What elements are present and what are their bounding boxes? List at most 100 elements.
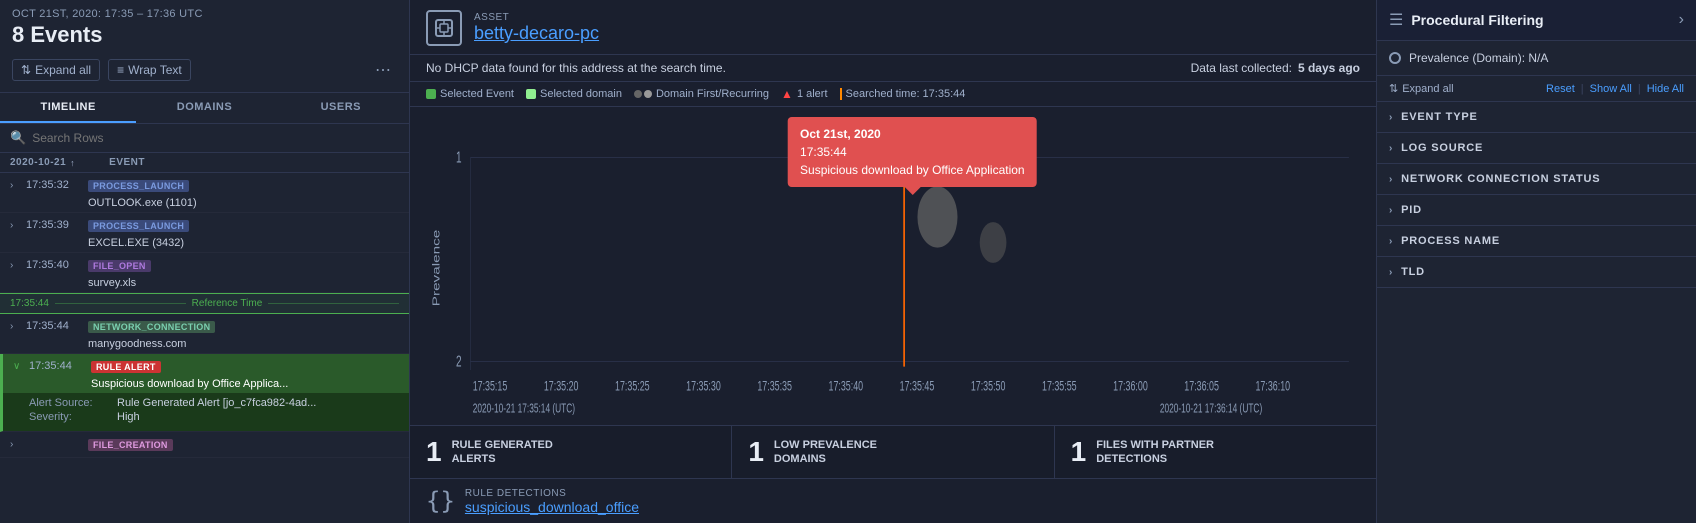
expand-arrow[interactable]: ›	[10, 321, 20, 332]
right-title: Procedural Filtering	[1411, 12, 1543, 28]
right-panel: ☰ Procedural Filtering › Prevalence (Dom…	[1376, 0, 1696, 523]
tab-users[interactable]: USERS	[273, 93, 409, 123]
file-creation-badge: FILE_CREATION	[88, 439, 173, 451]
legend-selected-event-label: Selected Event	[440, 88, 514, 100]
stat-partner-detections-number: 1	[1071, 436, 1087, 468]
event-row-selected[interactable]: ∨ 17:35:44 RULE ALERT Suspicious downloa…	[0, 354, 409, 432]
dot-first	[634, 90, 642, 98]
column-header: 2020-10-21 ↑ EVENT	[0, 153, 409, 173]
prevalence-radio[interactable]	[1389, 52, 1401, 64]
asset-header: ASSET betty-decaro-pc	[410, 0, 1376, 55]
dhcp-text: No DHCP data found for this address at t…	[426, 61, 726, 75]
expand-arrow[interactable]: ›	[10, 180, 20, 191]
ref-time-line	[55, 303, 186, 304]
stat-partner-detections: 1 FILES WITH PARTNERDETECTIONS	[1055, 426, 1376, 478]
reference-time-row: 17:35:44 Reference Time	[0, 293, 409, 314]
filter-section-log-source[interactable]: › LOG SOURCE	[1377, 133, 1696, 164]
filter-section-pid[interactable]: › PID	[1377, 195, 1696, 226]
searched-time-line	[840, 88, 842, 100]
asset-name[interactable]: betty-decaro-pc	[474, 23, 599, 44]
stat-rule-alerts-number: 1	[426, 436, 442, 468]
legend-row: Selected Event Selected domain Domain Fi…	[410, 82, 1376, 107]
chevron-icon: ›	[1389, 112, 1393, 123]
separator: |	[1581, 83, 1584, 95]
filter-section-header: › NETWORK CONNECTION STATUS	[1377, 164, 1696, 194]
filter-section-header: › EVENT TYPE	[1377, 102, 1696, 132]
legend-selected-domain: Selected domain	[526, 88, 622, 100]
expand-arrow[interactable]: ›	[10, 260, 20, 271]
chevron-icon: ›	[1389, 205, 1393, 216]
ref-time-line-right	[268, 303, 399, 304]
svg-text:17:35:45: 17:35:45	[900, 380, 935, 394]
selected-event-dot	[426, 89, 436, 99]
legend-selected-domain-label: Selected domain	[540, 88, 622, 100]
svg-text:17:35:25: 17:35:25	[615, 380, 650, 394]
prevalence-row: Prevalence (Domain): N/A	[1377, 41, 1696, 76]
expand-all-label: Expand all	[35, 63, 91, 77]
filter-section-event-type[interactable]: › EVENT TYPE	[1377, 102, 1696, 133]
tooltip-text: Suspicious download by Office Applicatio…	[800, 161, 1025, 179]
event-name: manygoodness.com	[88, 338, 186, 350]
expand-arrow[interactable]: ›	[10, 220, 20, 231]
svg-text:17:35:55: 17:35:55	[1042, 380, 1077, 394]
event-row[interactable]: › 17:35:40 FILE_OPEN survey.xls	[0, 253, 409, 293]
rule-name[interactable]: suspicious_download_office	[465, 499, 639, 515]
svg-text:2: 2	[456, 352, 462, 370]
show-all-link[interactable]: Show All	[1590, 83, 1632, 95]
filter-section-network-connection-status[interactable]: › NETWORK CONNECTION STATUS	[1377, 164, 1696, 195]
filter-section-header: › LOG SOURCE	[1377, 133, 1696, 163]
search-icon: 🔍	[10, 130, 26, 146]
expand-all-button[interactable]: ⇅ Expand all	[1389, 82, 1454, 95]
event-time: 17:35:39	[26, 219, 82, 231]
data-collected-label: Data last collected:	[1191, 61, 1292, 75]
legend-searched-time-label: Searched time: 17:35:44	[846, 88, 966, 100]
event-row[interactable]: › 17:35:32 PROCESS_LAUNCH OUTLOOK.exe (1…	[0, 173, 409, 213]
event-content: PROCESS_LAUNCH OUTLOOK.exe (1101)	[88, 178, 399, 209]
tab-timeline[interactable]: TIMELINE	[0, 93, 136, 123]
expand-all-button[interactable]: ⇅ Expand all	[12, 59, 100, 81]
detail-value: High	[117, 411, 140, 423]
separator: |	[1638, 83, 1641, 95]
stat-low-prevalence: 1 LOW PREVALENCEDOMAINS	[732, 426, 1054, 478]
hide-all-link[interactable]: Hide All	[1647, 83, 1684, 95]
filter-section-label: PID	[1401, 204, 1422, 216]
svg-text:17:35:50: 17:35:50	[971, 380, 1006, 394]
rule-label: RULE DETECTIONS	[465, 488, 639, 499]
wrap-icon: ≡	[117, 63, 124, 77]
rule-detections-icon: {}	[426, 487, 455, 515]
events-list: › 17:35:32 PROCESS_LAUNCH OUTLOOK.exe (1…	[0, 173, 409, 523]
tooltip-arrow	[904, 187, 920, 195]
date-col-header: 2020-10-21	[10, 157, 66, 168]
reset-link[interactable]: Reset	[1546, 83, 1575, 95]
event-row[interactable]: › 17:35:44 NETWORK_CONNECTION manygoodne…	[0, 314, 409, 354]
right-panel-arrow[interactable]: ›	[1679, 11, 1684, 29]
stat-partner-detections-label: FILES WITH PARTNERDETECTIONS	[1096, 438, 1214, 467]
filter-section-tld[interactable]: › TLD	[1377, 257, 1696, 288]
filter-section-header: › PID	[1377, 195, 1696, 225]
event-row[interactable]: › FILE_CREATION	[0, 432, 409, 458]
filter-section-label: NETWORK CONNECTION STATUS	[1401, 173, 1600, 185]
stat-low-prevalence-number: 1	[748, 436, 764, 468]
more-options-button[interactable]: ⋯	[369, 58, 397, 82]
filter-section-header: › TLD	[1377, 257, 1696, 287]
tab-row: TIMELINE DOMAINS USERS	[0, 93, 409, 124]
filter-section-process-name[interactable]: › PROCESS NAME	[1377, 226, 1696, 257]
event-content: FILE_OPEN survey.xls	[88, 258, 399, 289]
event-time: 17:35:32	[26, 179, 82, 191]
expand-arrow[interactable]: ›	[10, 439, 20, 450]
file-open-badge: FILE_OPEN	[88, 260, 151, 272]
ref-time-label: Reference Time	[192, 298, 263, 309]
event-content: NETWORK_CONNECTION manygoodness.com	[88, 319, 399, 350]
wrap-text-label: Wrap Text	[128, 63, 182, 77]
event-row[interactable]: › 17:35:39 PROCESS_LAUNCH EXCEL.EXE (343…	[0, 213, 409, 253]
expand-all-label: Expand all	[1402, 83, 1453, 95]
tab-domains[interactable]: DOMAINS	[136, 93, 272, 123]
expand-arrow[interactable]: ∨	[13, 361, 23, 372]
wrap-text-button[interactable]: ≡ Wrap Text	[108, 59, 191, 81]
svg-text:17:36:05: 17:36:05	[1184, 380, 1219, 394]
right-title-row: ☰ Procedural Filtering	[1389, 10, 1544, 30]
sort-icon: ↑	[70, 158, 75, 168]
legend-alert: ▲ 1 alert	[781, 87, 827, 101]
search-input[interactable]	[32, 131, 399, 145]
tooltip-time: 17:35:44	[800, 143, 1025, 161]
